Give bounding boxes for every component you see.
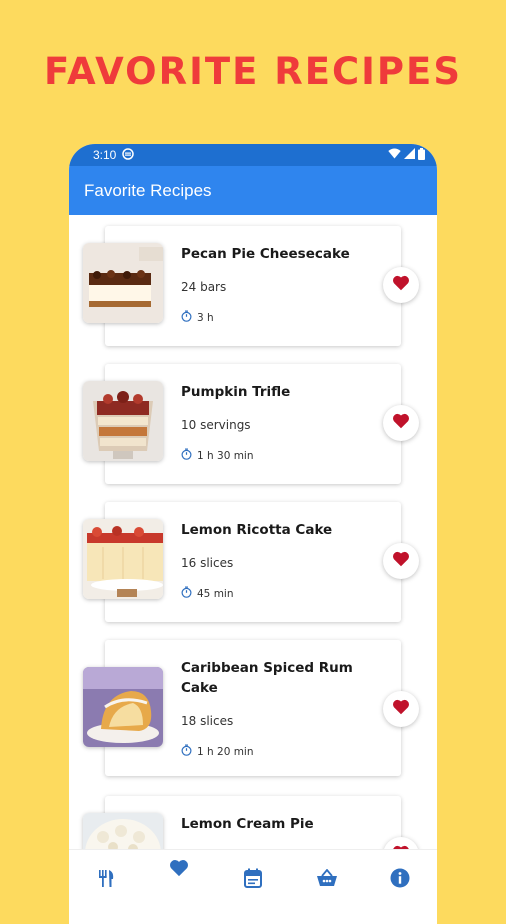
recipe-image xyxy=(83,519,163,599)
recipe-list[interactable]: Pecan Pie Cheesecake 24 bars 3 h Pumpkin… xyxy=(69,215,437,855)
battery-icon xyxy=(418,147,425,163)
heart-icon xyxy=(392,699,410,719)
phone-screen: 3:10 Favorite Recipes Pecan Pie Cheeseca… xyxy=(69,144,437,924)
favorite-button[interactable] xyxy=(383,543,419,579)
recipe-title: Pecan Pie Cheesecake xyxy=(181,246,350,262)
calendar-icon xyxy=(243,868,262,892)
recipe-card[interactable]: Lemon Ricotta Cake 16 slices 45 min xyxy=(83,502,419,622)
recipe-title: Pumpkin Trifle xyxy=(181,384,291,400)
nav-shopping[interactable] xyxy=(307,860,347,900)
recipe-time: 1 h 20 min xyxy=(181,744,254,759)
recipe-time-text: 45 min xyxy=(197,587,234,600)
recipe-time-text: 1 h 30 min xyxy=(197,449,254,462)
recipe-image xyxy=(83,667,163,747)
heart-icon xyxy=(392,275,410,295)
recipe-time-text: 3 h xyxy=(197,311,214,324)
status-time: 3:10 xyxy=(93,148,117,162)
recipe-image xyxy=(83,243,163,323)
recipe-card[interactable]: Lemon Cream Pie xyxy=(83,796,419,855)
heart-icon xyxy=(392,413,410,433)
app-bar: Favorite Recipes xyxy=(69,166,437,215)
nav-recipes[interactable] xyxy=(86,860,126,900)
timer-icon xyxy=(181,310,192,325)
promo-title: FAVORITE RECIPES xyxy=(44,50,462,93)
heart-icon xyxy=(392,551,410,571)
bottom-navigation xyxy=(69,849,437,910)
recipe-title: Lemon Ricotta Cake xyxy=(181,522,333,538)
heart-icon xyxy=(169,859,189,881)
recipe-yield: 24 bars xyxy=(181,280,227,294)
nav-info[interactable] xyxy=(380,860,420,900)
recipe-image xyxy=(83,381,163,461)
recipe-yield: 16 slices xyxy=(181,556,234,570)
basket-icon xyxy=(316,868,338,891)
status-bar: 3:10 xyxy=(69,144,437,166)
nav-favorites[interactable] xyxy=(159,850,199,890)
recipe-title: Caribbean Spiced Rum Cake xyxy=(181,660,353,696)
timer-icon xyxy=(181,448,192,463)
recipe-time-text: 1 h 20 min xyxy=(197,745,254,758)
nav-meal-plan[interactable] xyxy=(233,860,273,900)
recipe-card[interactable]: Pumpkin Trifle 10 servings 1 h 30 min xyxy=(83,364,419,484)
recipe-card[interactable]: Pecan Pie Cheesecake 24 bars 3 h xyxy=(83,226,419,346)
recipe-yield: 10 servings xyxy=(181,418,251,432)
info-icon xyxy=(390,868,410,892)
recipe-yield: 18 slices xyxy=(181,714,234,728)
recipe-card[interactable]: Caribbean Spiced Rum Cake 18 slices 1 h … xyxy=(83,640,419,776)
sync-icon xyxy=(122,147,135,163)
timer-icon xyxy=(181,744,192,759)
favorite-button[interactable] xyxy=(383,691,419,727)
wifi-icon xyxy=(388,148,401,162)
timer-icon xyxy=(181,586,192,601)
recipe-time: 1 h 30 min xyxy=(181,448,254,463)
recipe-title: Lemon Cream Pie xyxy=(181,816,314,832)
utensils-icon xyxy=(96,868,116,892)
signal-icon xyxy=(404,148,415,162)
favorite-button[interactable] xyxy=(383,267,419,303)
app-bar-title: Favorite Recipes xyxy=(84,180,212,200)
recipe-time: 45 min xyxy=(181,586,234,601)
favorite-button[interactable] xyxy=(383,405,419,441)
recipe-time: 3 h xyxy=(181,310,214,325)
